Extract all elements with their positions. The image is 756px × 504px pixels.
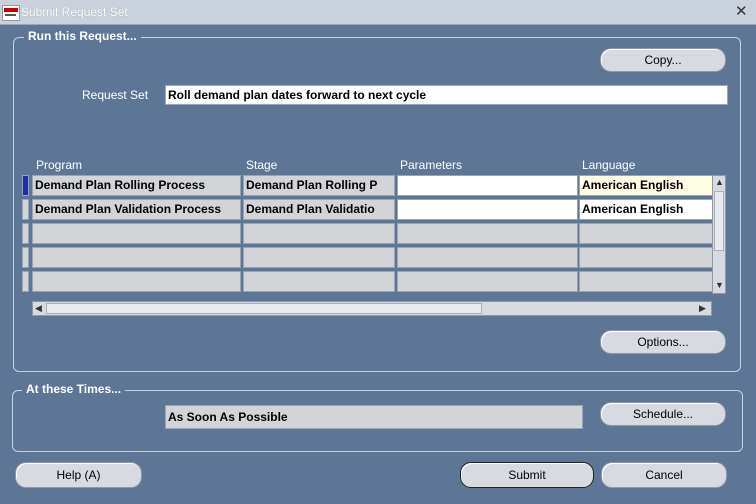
close-icon[interactable]: ✕ — [735, 2, 748, 20]
parameters-cell[interactable] — [397, 247, 578, 268]
column-header-parameters: Parameters — [400, 158, 463, 172]
parameters-cell[interactable] — [397, 199, 578, 220]
row-indicator[interactable] — [22, 247, 29, 268]
column-header-stage: Stage — [246, 158, 278, 172]
program-cell[interactable] — [32, 271, 241, 292]
submit-request-set-window: Submit Request Set ✕ Run this Request...… — [0, 0, 756, 504]
language-cell[interactable] — [579, 271, 713, 292]
stage-cell[interactable] — [243, 247, 395, 268]
language-cell[interactable]: American English — [579, 199, 713, 220]
row-indicator[interactable] — [22, 271, 29, 292]
parameters-cell[interactable] — [397, 175, 578, 196]
program-cell[interactable]: Demand Plan Rolling Process — [32, 175, 241, 196]
window-title: Submit Request Set — [21, 5, 128, 19]
request-set-label: Request Set — [82, 88, 149, 102]
row-indicator-current[interactable] — [22, 175, 29, 196]
vertical-scroll-thumb[interactable] — [714, 191, 724, 251]
submit-button[interactable]: Submit — [460, 462, 594, 488]
scroll-right-icon[interactable]: ▶ — [699, 303, 706, 314]
stage-cell[interactable] — [243, 223, 395, 244]
language-cell[interactable] — [579, 223, 713, 244]
run-request-legend: Run this Request... — [24, 29, 141, 43]
row-indicator[interactable] — [22, 223, 29, 244]
language-cell[interactable] — [579, 247, 713, 268]
cancel-button[interactable]: Cancel — [601, 462, 727, 488]
stage-cell[interactable]: Demand Plan Validatio — [243, 199, 395, 220]
program-cell[interactable] — [32, 247, 241, 268]
title-bar: Submit Request Set ✕ — [0, 0, 756, 25]
schedule-button[interactable]: Schedule... — [600, 402, 726, 426]
stage-cell[interactable]: Demand Plan Rolling P — [243, 175, 395, 196]
column-header-program: Program — [36, 158, 83, 172]
times-legend: At these Times... — [22, 382, 126, 396]
options-button[interactable]: Options... — [600, 330, 726, 354]
help-button[interactable]: Help (A) — [15, 462, 142, 488]
column-header-language: Language — [582, 158, 636, 172]
parameters-cell[interactable] — [397, 271, 578, 292]
schedule-field: As Soon As Possible — [165, 405, 583, 429]
stage-cell[interactable] — [243, 271, 395, 292]
language-cell[interactable]: American English — [579, 175, 713, 196]
row-indicator[interactable] — [22, 199, 29, 220]
program-cell[interactable]: Demand Plan Validation Process — [32, 199, 241, 220]
vertical-scrollbar[interactable]: ▲ ▼ — [712, 175, 726, 294]
horizontal-scroll-thumb[interactable] — [46, 303, 482, 314]
copy-button[interactable]: Copy... — [600, 48, 726, 72]
program-cell[interactable] — [32, 223, 241, 244]
scroll-up-icon[interactable]: ▲ — [715, 177, 724, 187]
horizontal-scrollbar[interactable]: ◀ ▶ — [32, 301, 712, 316]
scroll-left-icon[interactable]: ◀ — [35, 303, 42, 314]
request-set-field[interactable]: Roll demand plan dates forward to next c… — [165, 85, 728, 105]
oracle-app-icon — [2, 5, 20, 21]
parameters-cell[interactable] — [397, 223, 578, 244]
scroll-down-icon[interactable]: ▼ — [715, 280, 724, 290]
